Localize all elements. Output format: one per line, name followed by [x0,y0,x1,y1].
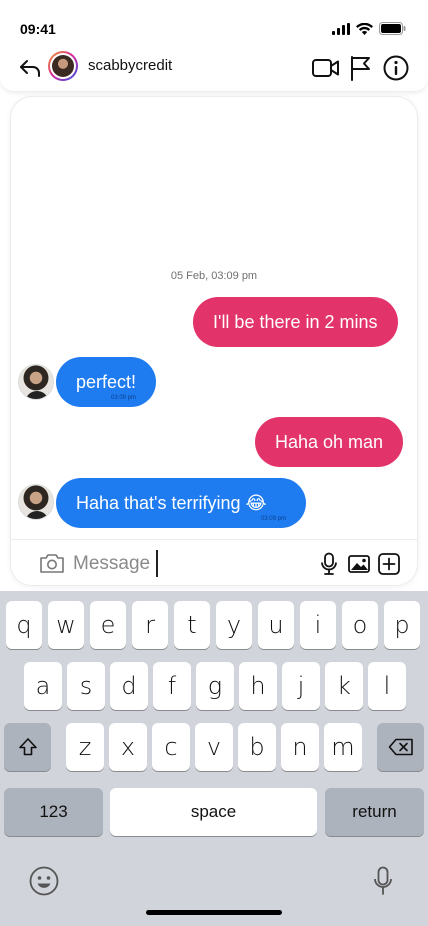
signal-icon [332,22,350,35]
message-text: Haha oh man [275,431,384,452]
info-icon [383,55,409,81]
key-v[interactable]: v [195,723,233,771]
add-attachment-button[interactable] [377,552,401,576]
key-y[interactable]: y [216,601,252,649]
key-p[interactable]: p [384,601,420,649]
key-t[interactable]: t [174,601,210,649]
back-arrow-icon [20,60,40,77]
backspace-icon [388,738,413,756]
message-input[interactable] [73,550,303,578]
key-a[interactable]: a [24,662,62,710]
dictation-button[interactable] [370,864,396,898]
key-z[interactable]: z [66,723,104,771]
key-n[interactable]: n [281,723,319,771]
message-text: perfect! [76,371,137,392]
back-button[interactable] [16,54,44,82]
backspace-key[interactable] [377,723,424,771]
camera-icon [40,554,64,573]
flag-icon [351,56,370,81]
status-time: 09:41 [20,21,56,37]
key-c[interactable]: c [152,723,190,771]
contact-avatar[interactable] [48,51,78,81]
status-bar: 09:41 [0,0,428,48]
key-r[interactable]: r [132,601,168,649]
dictation-mic-icon [374,866,392,895]
key-l[interactable]: l [368,662,406,710]
video-call-icon [312,59,339,77]
on-screen-keyboard: q w e r t y u i o p a s d f g h j k l z … [0,591,428,926]
key-k[interactable]: k [325,662,363,710]
date-separator: 05 Feb, 03:09 pm [170,270,258,282]
emoji-icon [29,866,59,896]
text-caret [156,550,158,577]
microphone-icon [321,552,337,575]
voice-message-button[interactable] [317,552,341,576]
battery-icon [379,22,406,35]
message-bubble-incoming[interactable]: Haha that's terrifying 😂 03:09 pm [56,478,306,528]
sender-avatar[interactable] [18,364,54,400]
key-d[interactable]: d [110,662,148,710]
key-s[interactable]: s [67,662,105,710]
key-j[interactable]: j [282,662,320,710]
sender-avatar[interactable] [18,484,54,520]
report-flag-button[interactable] [345,53,375,83]
camera-button[interactable] [39,552,65,576]
shift-icon [18,738,37,756]
info-button[interactable] [381,53,411,83]
key-w[interactable]: w [48,601,84,649]
key-f[interactable]: f [153,662,191,710]
message-bubble-incoming[interactable]: perfect! 03:09 pm [56,357,157,407]
message-text: I'll be there in 2 mins [213,311,378,332]
gallery-button[interactable] [347,552,371,576]
chat-thread[interactable]: 05 Feb, 03:09 pm I'll be there in 2 mins… [10,96,418,586]
video-call-button[interactable] [311,53,341,83]
message-timestamp: 03:09 pm [111,395,137,401]
contact-username[interactable]: scabbycredit [88,57,172,74]
key-g[interactable]: g [196,662,234,710]
key-q[interactable]: q [6,601,42,649]
key-x[interactable]: x [109,723,147,771]
key-m[interactable]: m [324,723,362,771]
key-u[interactable]: u [258,601,294,649]
message-bubble-outgoing[interactable]: I'll be there in 2 mins [193,297,398,347]
wifi-icon [356,22,373,35]
emoji-button[interactable] [28,865,60,897]
image-icon [348,555,370,573]
space-key[interactable]: space [110,788,317,836]
add-icon [378,553,400,575]
key-o[interactable]: o [342,601,378,649]
message-bubble-outgoing[interactable]: Haha oh man [255,417,404,467]
return-key[interactable]: return [325,788,424,836]
message-text: Haha that's terrifying 😂 [76,492,267,513]
key-b[interactable]: b [238,723,276,771]
message-timestamp: 03:09 pm [260,516,286,522]
numbers-key[interactable]: 123 [4,788,103,836]
key-i[interactable]: i [300,601,336,649]
shift-key[interactable] [4,723,51,771]
chat-header: scabbycredit [0,44,428,92]
key-h[interactable]: h [239,662,277,710]
message-composer [11,539,417,585]
home-indicator[interactable] [146,910,282,915]
key-e[interactable]: e [90,601,126,649]
status-icons [332,22,406,35]
